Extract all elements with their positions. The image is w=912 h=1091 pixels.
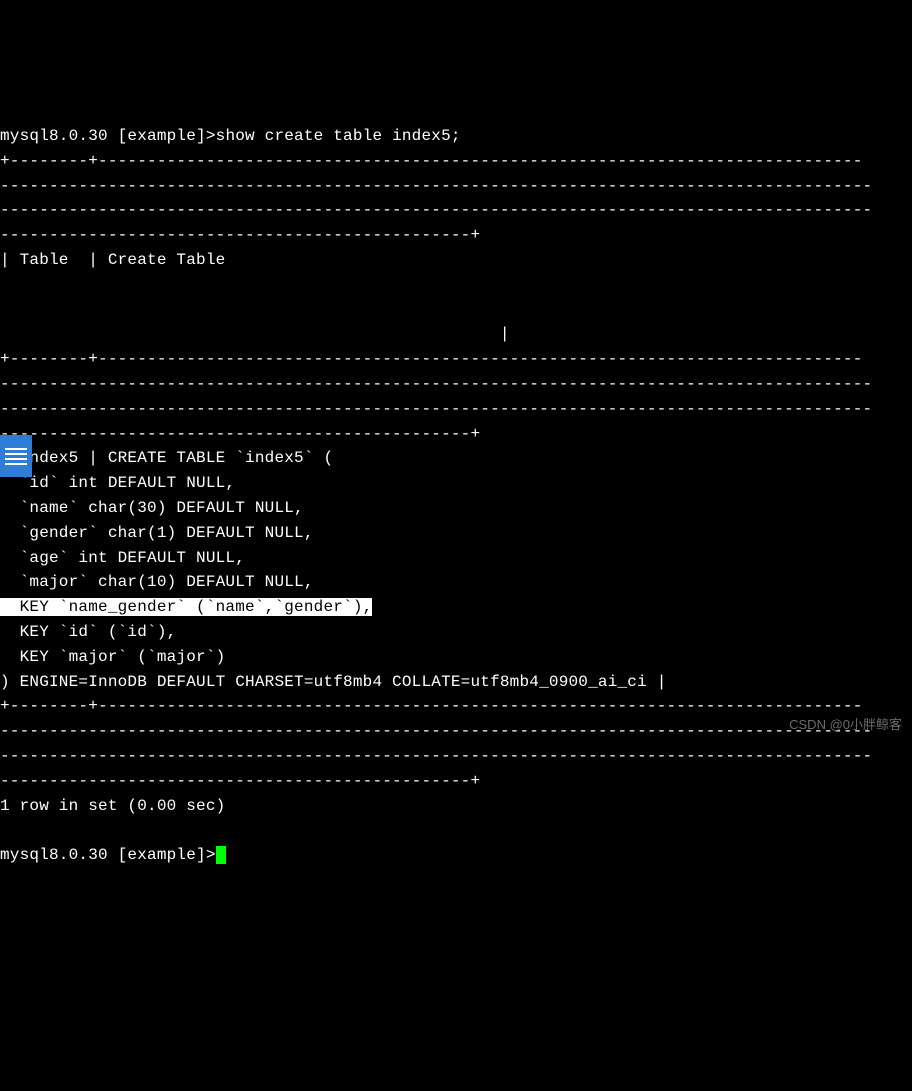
separator: ----------------------------------------… [0,201,872,219]
cursor[interactable] [216,846,226,864]
separator: ----------------------------------------… [0,772,480,790]
table-row: KEY `id` (`id`), [0,623,176,641]
result-summary: 1 row in set (0.00 sec) [0,797,225,815]
table-row: `name` char(30) DEFAULT NULL, [0,499,304,517]
table-row: ) ENGINE=InnoDB DEFAULT CHARSET=utf8mb4 … [0,673,667,691]
table-row: | index5 | CREATE TABLE `index5` ( [0,449,333,467]
table-row: `id` int DEFAULT NULL, [0,474,235,492]
separator: ----------------------------------------… [0,400,872,418]
table-header: | Table | Create Table [0,251,225,269]
table-row: KEY `major` (`major`) [0,648,225,666]
table-row-highlighted: KEY `name_gender` (`name`,`gender`), [0,598,372,616]
table-row: `major` char(10) DEFAULT NULL, [0,573,314,591]
separator: ----------------------------------------… [0,177,872,195]
hamburger-icon[interactable] [0,435,32,477]
terminal-output[interactable]: mysql8.0.30 [example]>show create table … [0,99,912,868]
watermark: CSDN @0小胖鲸客 [789,715,902,735]
table-row: `gender` char(1) DEFAULT NULL, [0,524,314,542]
separator: ----------------------------------------… [0,375,872,393]
separator: ----------------------------------------… [0,226,480,244]
separator: +--------+------------------------------… [0,697,863,715]
table-row: `age` int DEFAULT NULL, [0,549,245,567]
separator: +--------+------------------------------… [0,350,863,368]
prompt: mysql8.0.30 [example]> [0,127,216,145]
separator: +--------+------------------------------… [0,152,863,170]
separator: ----------------------------------------… [0,747,872,765]
separator: ----------------------------------------… [0,722,872,740]
table-header-tail: | [0,325,510,343]
separator: ----------------------------------------… [0,425,480,443]
prompt: mysql8.0.30 [example]> [0,846,216,864]
command-text: show create table index5; [216,127,461,145]
